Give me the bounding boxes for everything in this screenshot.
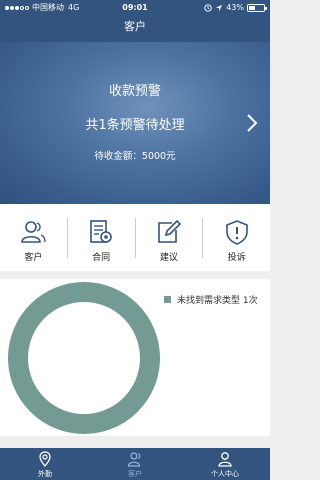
battery-percent: 43%	[226, 3, 244, 12]
category-contract[interactable]: 合同	[68, 204, 135, 271]
category-suggestion[interactable]: 建议	[136, 204, 203, 271]
location-arrow-icon	[216, 4, 223, 12]
tab-label: 客户	[128, 470, 142, 478]
category-label: 投诉	[227, 253, 246, 263]
chart-legend: 未找到需求类型 1次	[164, 293, 258, 306]
banner-title: 收款预警	[108, 84, 161, 99]
tab-label: 个人中心	[211, 470, 239, 478]
category-label: 合同	[92, 253, 111, 263]
bottom-tab-bar: 外勤 客户 个人中心	[0, 448, 270, 480]
top-bar: 中国移动 4G 09:01 43% 客户	[0, 0, 270, 42]
demand-type-chart: 未找到需求类型 1次	[0, 279, 270, 436]
tab-profile[interactable]: 个人中心	[180, 448, 270, 480]
category-label: 建议	[159, 253, 178, 263]
tab-customers[interactable]: 客户	[90, 448, 180, 480]
tab-label: 外勤	[38, 470, 52, 478]
category-customer[interactable]: 客户	[0, 204, 67, 271]
location-pin-icon	[39, 451, 51, 467]
chevron-right-icon[interactable]	[245, 112, 259, 134]
contract-icon	[90, 220, 112, 243]
alarm-icon	[204, 4, 212, 12]
legend-swatch	[164, 296, 171, 303]
legend-label: 未找到需求类型 1次	[177, 296, 258, 306]
category-complaint[interactable]: 投诉	[203, 204, 270, 271]
category-bar: 客户 合同 建议 投诉	[0, 204, 270, 271]
payment-warning-banner[interactable]: 收款预警 共1条预警待处理 待收金额：5000元	[0, 42, 270, 204]
complaint-icon	[225, 220, 248, 245]
chart-slice	[8, 282, 160, 434]
battery-icon	[247, 4, 267, 12]
customer-icon	[21, 221, 47, 243]
page-title: 客户	[124, 20, 146, 33]
banner-subtitle: 共1条预警待处理	[85, 118, 185, 133]
status-bar: 中国移动 4G 09:01 43%	[0, 0, 270, 16]
category-label: 客户	[24, 253, 43, 263]
banner-amount: 待收金额：5000元	[94, 151, 176, 162]
profile-icon	[218, 452, 232, 467]
tab-field-work[interactable]: 外勤	[0, 448, 90, 480]
suggestion-icon	[158, 219, 182, 243]
customers-icon	[127, 452, 141, 467]
